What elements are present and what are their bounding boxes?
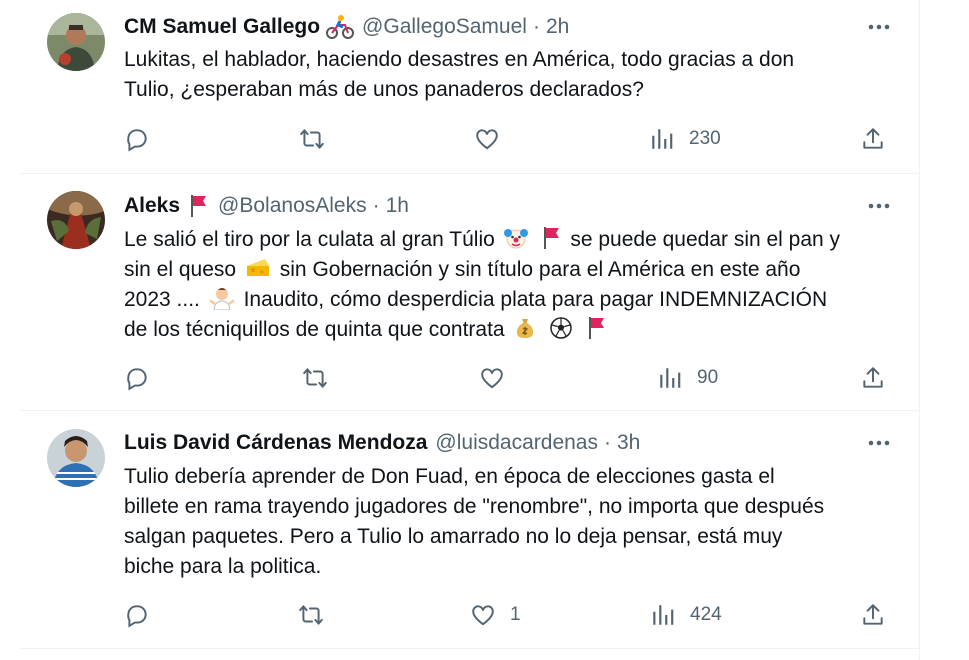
views-count: 230 xyxy=(689,128,721,149)
action-bar: 90 xyxy=(20,363,920,393)
red-flag-emoji-icon xyxy=(543,227,559,249)
text-segment: Inaudito, cómo desperdicia plata para pa… xyxy=(243,288,828,311)
clown-face-emoji-icon xyxy=(503,229,528,249)
tweet[interactable]: Luis David Cárdenas Mendoza @luisdacarde… xyxy=(20,411,920,649)
separator-dot: · xyxy=(532,15,540,38)
views-icon xyxy=(653,605,674,625)
reply-button[interactable] xyxy=(124,124,150,154)
text-segment: Le salió el tiro por la culata al gran T… xyxy=(124,228,495,251)
more-dots-icon xyxy=(868,440,890,446)
share-button[interactable] xyxy=(860,600,886,630)
red-flag-emoji-icon xyxy=(186,193,210,219)
retweet-button[interactable] xyxy=(299,124,325,154)
like-icon xyxy=(481,368,503,389)
text-segment: se puede quedar sin el pan y xyxy=(570,228,841,251)
avatar[interactable] xyxy=(47,191,105,249)
more-dots-icon xyxy=(868,24,890,30)
money-bag-emoji-icon xyxy=(517,319,534,338)
views-icon xyxy=(660,368,681,388)
views-button[interactable]: 230 xyxy=(649,124,721,154)
tweet-text-line: salgan paquetes. Pero a Tulio lo amarrad… xyxy=(124,525,783,548)
cheese-emoji-icon xyxy=(246,259,269,276)
share-icon xyxy=(863,367,883,388)
views-button[interactable]: 90 xyxy=(657,363,718,393)
tweet-text: Tulio debería aprender de Don Fuad, en é… xyxy=(124,462,904,582)
share-button[interactable] xyxy=(860,363,886,393)
avatar[interactable] xyxy=(47,429,105,487)
reply-button[interactable] xyxy=(124,363,150,393)
views-icon xyxy=(652,129,673,149)
soccer-ball-emoji-icon xyxy=(550,317,573,339)
tweet-header: CM Samuel Gallego @GallegoSamuel · 2h xyxy=(124,12,569,42)
author-handle[interactable]: @GallegoSamuel xyxy=(362,15,527,39)
like-button[interactable]: 1 xyxy=(470,600,521,630)
share-button[interactable] xyxy=(860,124,886,154)
timeline: CM Samuel Gallego @GallegoSamuel · 2h Lu… xyxy=(0,0,920,660)
retweet-button[interactable] xyxy=(298,600,324,630)
author-name[interactable]: Aleks xyxy=(124,194,180,218)
tweet-text: Le salió el tiro por la culata al gran T… xyxy=(124,225,904,345)
tweet-text-line: sin el queso sin Gobernación y sin títul… xyxy=(124,255,904,285)
reply-button[interactable] xyxy=(124,600,150,630)
author-handle[interactable]: @BolanosAleks xyxy=(218,194,367,218)
person-shrugging-emoji-icon xyxy=(209,288,234,310)
retweet-icon xyxy=(303,368,327,388)
tweet-text-line: Tulio debería aprender de Don Fuad, en é… xyxy=(124,465,775,488)
separator-dot: · xyxy=(372,194,380,217)
separator-dot: · xyxy=(603,431,611,454)
retweet-button[interactable] xyxy=(302,363,328,393)
author-handle[interactable]: @luisdacardenas xyxy=(435,431,598,455)
reply-icon xyxy=(127,368,147,391)
action-bar: 230 xyxy=(20,124,920,154)
tweet-text-line: Lukitas, el hablador, haciendo desastres… xyxy=(124,48,795,71)
author-name[interactable]: CM Samuel Gallego xyxy=(124,15,320,39)
tweet-header: Luis David Cárdenas Mendoza @luisdacarde… xyxy=(124,428,640,458)
author-name[interactable]: Luis David Cárdenas Mendoza xyxy=(124,431,427,455)
tweet[interactable]: Aleks @BolanosAleks · 1h Le salió el tir… xyxy=(20,174,920,411)
tweet-header: Aleks @BolanosAleks · 1h xyxy=(124,191,409,221)
reply-icon xyxy=(127,129,147,152)
tweet-text-line: 2023 .... Inaudito, cómo desperdicia pla… xyxy=(124,285,904,315)
likes-count: 1 xyxy=(510,604,521,625)
more-options-button[interactable] xyxy=(864,428,894,458)
reply-icon xyxy=(127,605,147,628)
like-icon xyxy=(476,129,498,150)
more-dots-icon xyxy=(868,203,890,209)
tweet-text-line: Tulio, ¿esperaban más de unos panaderos … xyxy=(124,78,644,101)
views-button[interactable]: 424 xyxy=(650,600,722,630)
tweet-text-line: biche para la politica. xyxy=(124,555,322,578)
avatar[interactable] xyxy=(47,13,105,71)
cyclist-emoji-icon xyxy=(326,14,355,40)
share-icon xyxy=(863,604,883,625)
views-count: 90 xyxy=(697,367,719,388)
text-segment: sin el queso xyxy=(124,258,237,281)
like-button[interactable] xyxy=(479,363,505,393)
action-bar: 1 424 xyxy=(20,600,920,630)
tweet-text-line: billete en rama trayendo jugadores de "r… xyxy=(124,495,825,518)
text-segment: de los técniquillos de quinta que contra… xyxy=(124,318,505,341)
retweet-icon xyxy=(300,129,324,149)
more-options-button[interactable] xyxy=(864,12,894,42)
text-segment: 2023 .... xyxy=(124,288,200,311)
retweet-icon xyxy=(299,605,323,625)
timestamp[interactable]: 2h xyxy=(546,15,569,39)
text-segment: sin Gobernación y sin título para el Amé… xyxy=(279,258,801,281)
tweet-text: Lukitas, el hablador, haciendo desastres… xyxy=(124,45,904,105)
tweet[interactable]: CM Samuel Gallego @GallegoSamuel · 2h Lu… xyxy=(20,0,920,174)
like-icon xyxy=(472,605,494,626)
share-icon xyxy=(863,128,883,149)
tweet-text-line: Le salió el tiro por la culata al gran T… xyxy=(124,225,904,255)
timestamp[interactable]: 3h xyxy=(617,431,640,455)
views-count: 424 xyxy=(690,604,722,625)
more-options-button[interactable] xyxy=(864,191,894,221)
red-flag-emoji-icon xyxy=(589,317,605,339)
tweet-text-line: de los técniquillos de quinta que contra… xyxy=(124,315,904,345)
like-button[interactable] xyxy=(474,124,500,154)
timestamp[interactable]: 1h xyxy=(386,194,409,218)
